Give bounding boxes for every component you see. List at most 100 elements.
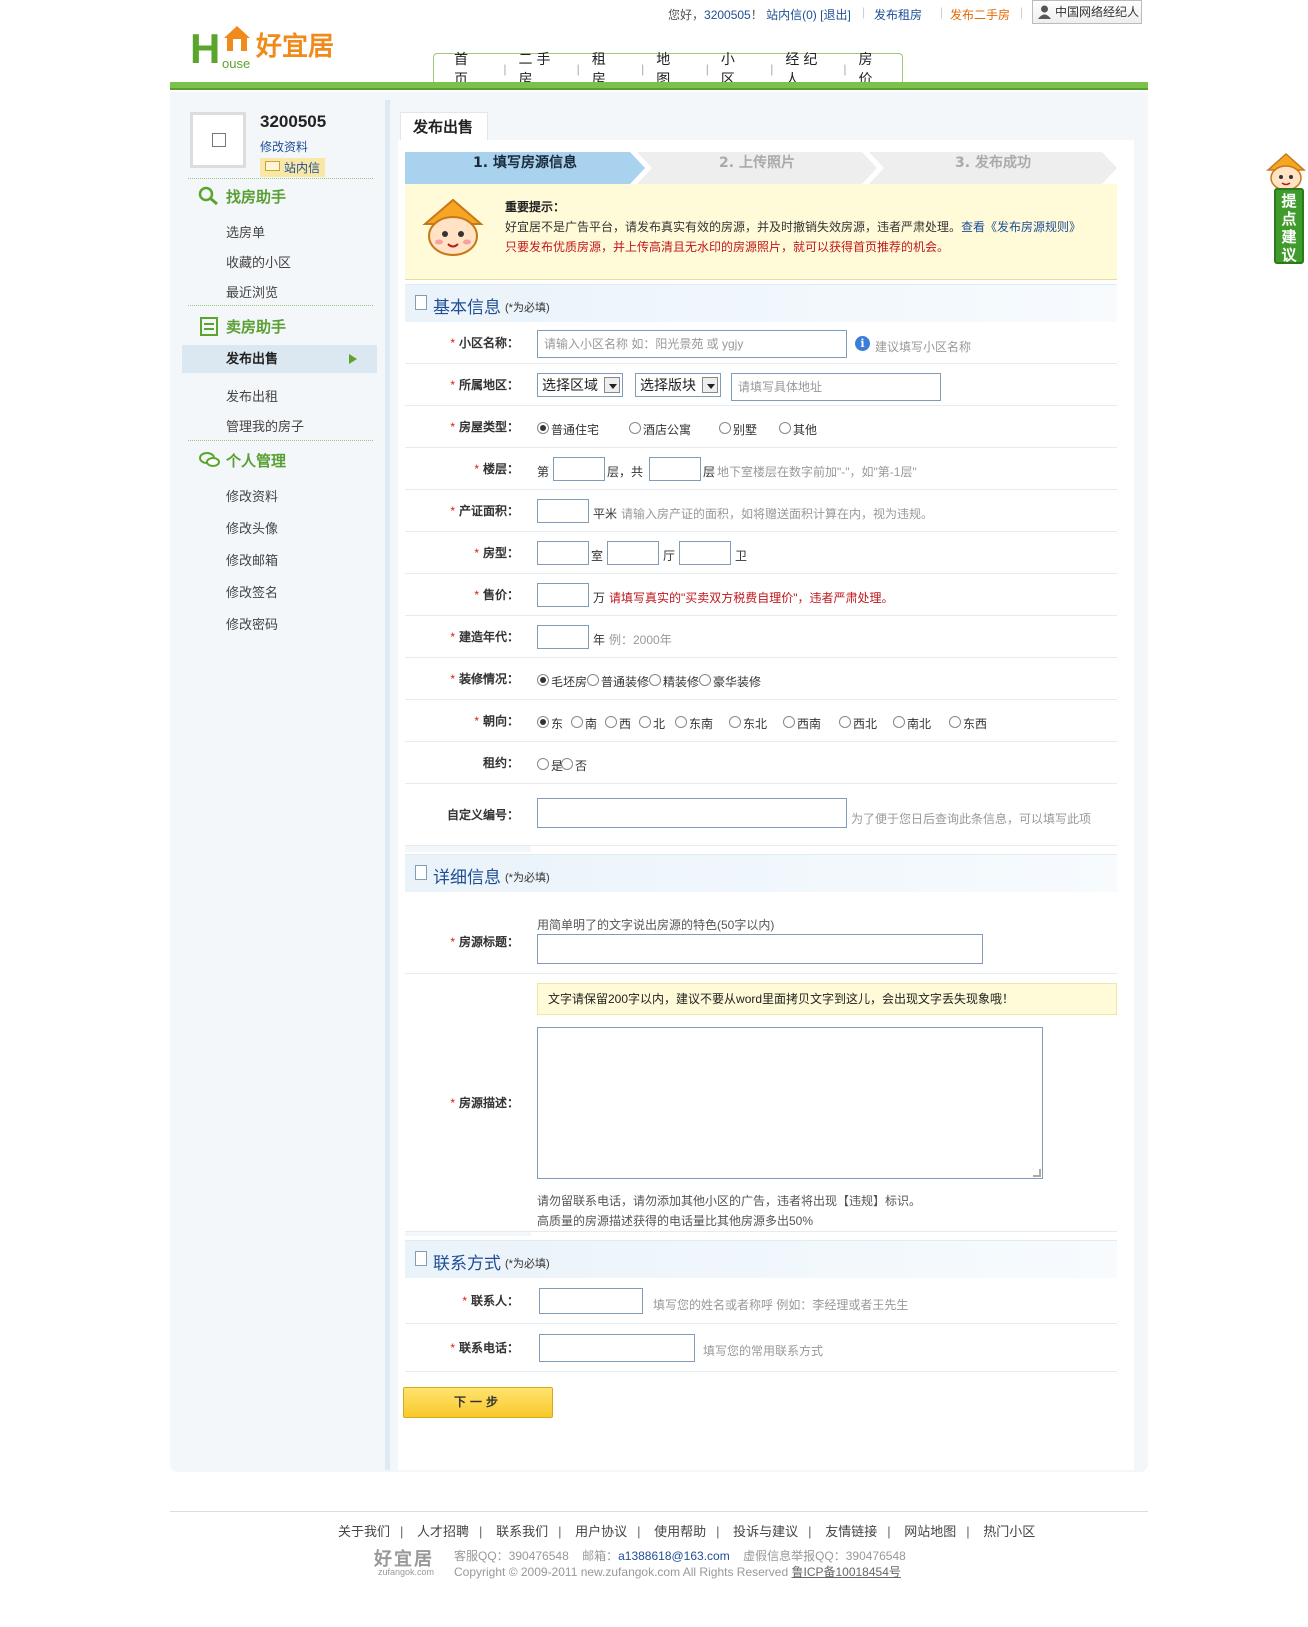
radio-apartment[interactable]: 酒店公寓 — [629, 421, 691, 438]
field-cell: 万 请填写真实的"买卖双方税费自理价"，违者严肃处理。 — [531, 574, 1117, 615]
footer-link-about[interactable]: 关于我们 — [338, 1524, 390, 1539]
icp-link[interactable]: 鲁ICP备10018454号 — [791, 1565, 900, 1579]
row-orientation: * 朝向： 东 南 西 北 东南 东北 西南 西北 南北 东西 — [405, 700, 1117, 742]
description-textarea[interactable] — [537, 1027, 1043, 1179]
district-select[interactable]: 选择区域 — [537, 373, 623, 397]
inbox-link[interactable]: 站内信(0) — [766, 8, 817, 22]
sidebar-item-edit-signature[interactable]: 修改签名 — [226, 582, 278, 601]
field-cell: 室 厅 卫 — [531, 532, 1117, 573]
radio-north-south[interactable]: 南北 — [893, 715, 931, 732]
radio-northeast[interactable]: 东北 — [729, 715, 767, 732]
footer-links: 关于我们 | 人才招聘 | 联系我们 | 用户协议 | 使用帮助 | 投诉与建议 | 友情链… — [338, 1524, 1036, 1539]
publish-rent-link[interactable]: 发布租房 — [874, 6, 922, 23]
price-input[interactable] — [537, 583, 589, 607]
footer-divider — [170, 1511, 1148, 1512]
edit-profile-link[interactable]: 修改资料 — [260, 138, 308, 155]
field-label: * 售价： — [405, 574, 531, 615]
radio-east[interactable]: 东 — [537, 715, 563, 732]
radio-fine-decor[interactable]: 精装修 — [649, 673, 699, 690]
field-cell: 为了便于您日后查询此条信息，可以填写此项 — [531, 784, 1117, 845]
email-link[interactable]: a1388618@163.com — [618, 1549, 730, 1563]
listing-title-input[interactable] — [537, 934, 983, 964]
radio-lease-yes[interactable]: 是 — [537, 757, 563, 774]
feedback-widget[interactable]: 提点建议 — [1266, 152, 1306, 264]
sidebar-item-recent[interactable]: 最近浏览 — [226, 282, 278, 301]
radio-west[interactable]: 西 — [605, 715, 631, 732]
sidebar-item-edit-profile[interactable]: 修改资料 — [226, 486, 278, 505]
footer-link-friends[interactable]: 友情链接 — [825, 1524, 877, 1539]
divider — [188, 305, 373, 306]
radio-luxury-decor[interactable]: 豪华装修 — [699, 673, 761, 690]
radio-other[interactable]: 其他 — [779, 421, 817, 438]
avatar[interactable] — [190, 112, 246, 168]
sidebar-item-edit-password[interactable]: 修改密码 — [226, 614, 278, 633]
radio-lease-no[interactable]: 否 — [561, 757, 587, 774]
baths-input[interactable] — [679, 541, 731, 565]
rules-link[interactable]: 查看《发布房源规则》 — [961, 220, 1081, 234]
sidebar-item-publish-rent[interactable]: 发布出租 — [226, 386, 278, 405]
total-floor-input[interactable] — [649, 457, 701, 481]
sidebar-item-edit-avatar[interactable]: 修改头像 — [226, 518, 278, 537]
nav-divider: | — [705, 61, 709, 76]
custom-id-input[interactable] — [537, 798, 847, 828]
radio-south[interactable]: 南 — [571, 715, 597, 732]
sidebar-group-label: 卖房助手 — [226, 318, 287, 336]
radio-southwest[interactable]: 西南 — [783, 715, 821, 732]
logout-link[interactable]: [退出] — [820, 8, 851, 22]
inbox-badge[interactable]: 站内信 — [260, 158, 326, 177]
sidebar-item-edit-email[interactable]: 修改邮箱 — [226, 550, 278, 569]
contact-name-input[interactable] — [539, 1288, 643, 1314]
site-logo[interactable]: H ouse 好宜居 — [190, 22, 350, 72]
agent-button[interactable]: 中国网络经纪人 — [1032, 0, 1142, 24]
footer-link-hot-communities[interactable]: 热门小区 — [983, 1524, 1035, 1539]
sidebar-item-picklist[interactable]: 选房单 — [226, 222, 265, 241]
feedback-label: 提点建议 — [1274, 188, 1304, 264]
nav-divider: | — [770, 61, 774, 76]
year-input[interactable] — [537, 625, 589, 649]
sidebar-item-manage[interactable]: 管理我的房子 — [226, 416, 304, 435]
row-size: * 产证面积： 平米 请输入房产证的面积，如将赠送面积计算在内，视为违规。 — [405, 490, 1117, 532]
radio-east-west[interactable]: 东西 — [949, 715, 987, 732]
floor-input[interactable] — [553, 457, 605, 481]
footer-link-feedback[interactable]: 投诉与建议 — [733, 1524, 798, 1539]
sidebar-group-sell[interactable]: 卖房助手 — [198, 316, 286, 337]
sidebar-item-favorites[interactable]: 收藏的小区 — [226, 252, 291, 271]
block-select[interactable]: 选择版块 — [635, 373, 721, 397]
logo-h: H — [190, 25, 221, 72]
logo-ouse: ouse — [222, 56, 251, 71]
radio-villa[interactable]: 别墅 — [719, 421, 757, 438]
section-contact: 联系方式 (*为必填) — [405, 1240, 1117, 1278]
footer-link-help[interactable]: 使用帮助 — [654, 1524, 706, 1539]
radio-north[interactable]: 北 — [639, 715, 665, 732]
required-note: (*为必填) — [505, 872, 550, 884]
radio-unfinished[interactable]: 毛坯房 — [537, 673, 587, 690]
required-note: (*为必填) — [505, 1258, 550, 1270]
sidebar-group-personal[interactable]: 个人管理 — [198, 450, 286, 471]
field-label: * 房源标题： — [405, 892, 531, 973]
field-label: * 房型： — [405, 532, 531, 573]
radio-ordinary[interactable]: 普通住宅 — [537, 421, 599, 438]
radio-basic-decor[interactable]: 普通装修 — [587, 673, 649, 690]
sidebar-item-publish-sale[interactable]: 发布出售 — [182, 345, 377, 373]
footer-link-contact[interactable]: 联系我们 — [496, 1524, 548, 1539]
address-input[interactable]: 请填写具体地址 — [731, 373, 941, 401]
rooms-input[interactable] — [537, 541, 589, 565]
publish-sale-link[interactable]: 发布二手房 — [950, 6, 1010, 23]
resize-grip-icon[interactable] — [1033, 1169, 1041, 1177]
footer-link-agreement[interactable]: 用户协议 — [575, 1524, 627, 1539]
radio-northwest[interactable]: 西北 — [839, 715, 877, 732]
footer-link-sitemap[interactable]: 网站地图 — [904, 1524, 956, 1539]
field-cell: 毛坯房 普通装修 精装修 豪华装修 — [531, 658, 1117, 699]
username-link[interactable]: 3200505 — [704, 8, 751, 22]
sidebar-group-find[interactable]: 找房助手 — [198, 186, 286, 207]
size-input[interactable] — [537, 499, 589, 523]
next-step-button[interactable]: 下一步 — [403, 1387, 553, 1418]
community-input[interactable]: 请输入小区名称 如：阳光景苑 或 ygjy — [537, 330, 847, 358]
radio-southeast[interactable]: 东南 — [675, 715, 713, 732]
halls-input[interactable] — [607, 541, 659, 565]
contact-phone-input[interactable] — [539, 1334, 695, 1362]
field-label: * 小区名称： — [405, 322, 531, 363]
footer-link-jobs[interactable]: 人才招聘 — [417, 1524, 469, 1539]
tab-publish-sale[interactable]: 发布出售 — [400, 112, 488, 140]
sidebar-group-label: 找房助手 — [226, 188, 287, 206]
